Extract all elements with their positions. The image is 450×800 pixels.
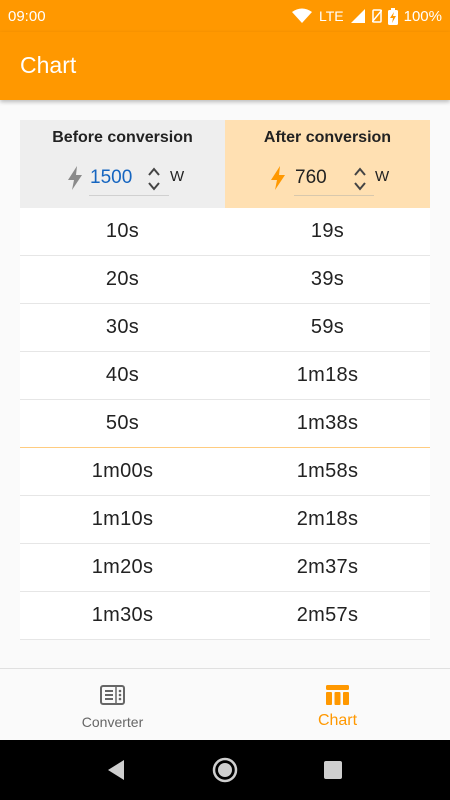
app-bar: Chart — [0, 32, 450, 100]
before-time-cell: 20s — [105, 268, 140, 290]
nav-item-chart[interactable]: Chart — [225, 669, 450, 741]
before-conversion-header: Before conversion 1500 W — [20, 120, 225, 208]
after-time-cell: 19s — [310, 220, 345, 242]
bolt-icon — [68, 166, 82, 195]
home-icon[interactable] — [211, 756, 239, 789]
before-time-cell: 40s — [105, 364, 140, 386]
table-row: 20s 39s — [20, 256, 430, 304]
nav-item-converter[interactable]: Converter — [0, 669, 225, 741]
network-type: LTE — [318, 8, 344, 24]
after-time-cell: 1m38s — [296, 412, 359, 434]
before-time-cell: 50s — [105, 412, 140, 434]
before-wattage-stepper-icon[interactable] — [147, 165, 161, 198]
before-time-cell: 1m00s — [91, 460, 154, 482]
conversion-chart-table: Before conversion 1500 W After conversio… — [20, 120, 430, 640]
table-row: 1m10s 2m18s — [20, 496, 430, 544]
after-time-cell: 1m18s — [296, 364, 359, 386]
before-time-cell: 30s — [105, 316, 140, 338]
table-row: 10s 19s — [20, 208, 430, 256]
after-unit-label: W — [375, 168, 390, 185]
before-unit-label: W — [170, 168, 185, 185]
battery-level: 100% — [403, 7, 442, 25]
after-wattage-stepper-icon[interactable] — [353, 165, 367, 198]
bolt-icon — [271, 166, 285, 195]
table-row: 1m20s 2m37s — [20, 544, 430, 592]
after-conversion-header: After conversion 760 W — [225, 120, 430, 208]
table-row: 30s 59s — [20, 304, 430, 352]
back-icon[interactable] — [106, 758, 126, 787]
table-icon — [325, 684, 350, 711]
wifi-icon — [291, 8, 313, 24]
bottom-navigation: Converter Chart — [0, 668, 450, 740]
table-row: 40s 1m18s — [20, 352, 430, 400]
status-time: 09:00 — [8, 7, 46, 25]
after-time-cell: 2m18s — [296, 508, 359, 530]
battery-charging-icon — [387, 7, 398, 25]
no-sim-icon — [371, 9, 382, 23]
nav-label-converter: Converter — [81, 714, 144, 730]
before-time-cell: 1m10s — [91, 508, 154, 530]
after-time-cell: 39s — [310, 268, 345, 290]
signal-icon — [350, 8, 366, 24]
after-conversion-label: After conversion — [263, 129, 392, 146]
microwave-icon — [100, 684, 125, 711]
status-icons: LTE 100% — [291, 7, 442, 25]
after-time-cell: 59s — [310, 316, 345, 338]
table-row: 50s 1m38s — [20, 400, 430, 448]
table-header: Before conversion 1500 W After conversio… — [20, 120, 430, 208]
before-time-cell: 10s — [105, 220, 140, 242]
nav-label-chart: Chart — [317, 712, 358, 729]
after-time-cell: 1m58s — [296, 460, 359, 482]
status-bar: 09:00 LTE 100% — [0, 0, 450, 32]
recents-icon[interactable] — [323, 760, 343, 785]
after-time-cell: 2m57s — [296, 604, 359, 626]
table-row: 1m00s 1m58s — [20, 448, 430, 496]
before-time-cell: 1m20s — [91, 556, 154, 578]
after-time-cell: 2m37s — [296, 556, 359, 578]
before-time-cell: 1m30s — [91, 604, 154, 626]
page-title: Chart — [20, 52, 77, 78]
before-conversion-label: Before conversion — [52, 129, 193, 146]
table-row: 1m30s 2m57s — [20, 592, 430, 640]
system-navigation-bar — [0, 740, 450, 800]
